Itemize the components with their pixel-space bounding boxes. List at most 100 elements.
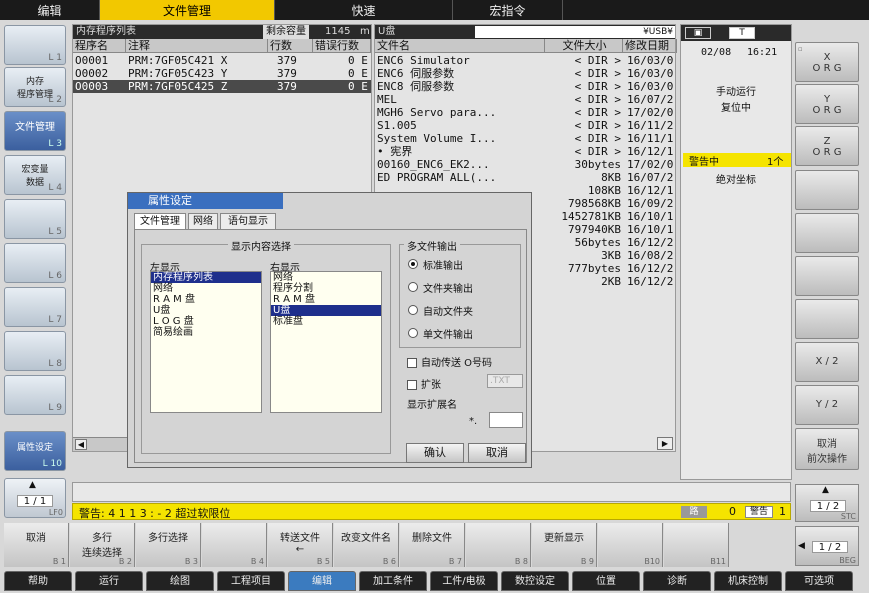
- left-key-5[interactable]: L 5: [4, 199, 66, 239]
- table-row[interactable]: MGH6 Servo para... < DIR > 17/02/0: [375, 106, 675, 119]
- extension-field[interactable]: .TXT: [487, 374, 523, 388]
- ok-button[interactable]: 确认: [406, 443, 464, 463]
- soft-key-11[interactable]: B11: [664, 523, 729, 567]
- soft-key-6[interactable]: 改变文件名 B 6: [334, 523, 399, 567]
- menu-macro[interactable]: 宏指令: [453, 0, 563, 20]
- tab-network[interactable]: 网络: [188, 213, 218, 229]
- list-item[interactable]: 网络: [151, 283, 261, 294]
- main-tab[interactable]: 机床控制: [714, 571, 782, 591]
- main-tab[interactable]: 工程项目: [217, 571, 285, 591]
- table-row[interactable]: ENC6 Simulator < DIR > 16/03/0: [375, 54, 675, 67]
- right-key-4[interactable]: [795, 170, 859, 210]
- main-tab[interactable]: 运行: [75, 571, 143, 591]
- tab-statement-display[interactable]: 语句显示: [220, 213, 276, 229]
- main-tab[interactable]: 数控设定: [501, 571, 569, 591]
- table-row[interactable]: • 宪界 < DIR > 16/12/1: [375, 145, 675, 158]
- right-key-7[interactable]: [795, 299, 859, 339]
- left-key-8[interactable]: L 8: [4, 331, 66, 371]
- soft-key-10[interactable]: B10: [598, 523, 663, 567]
- table-row[interactable]: S1.005 < DIR > 16/11/2: [375, 119, 675, 132]
- left-key-9[interactable]: L 9: [4, 375, 66, 415]
- main-tab[interactable]: 位置: [572, 571, 640, 591]
- soft-key-9[interactable]: 更新显示 B 9: [532, 523, 597, 567]
- menu-file-management[interactable]: 文件管理: [100, 0, 275, 20]
- right-key-z-org[interactable]: ZO R G: [795, 126, 859, 166]
- cancel-button[interactable]: 取消: [468, 443, 526, 463]
- soft-key-8[interactable]: B 8: [466, 523, 531, 567]
- right-key-5[interactable]: [795, 213, 859, 253]
- list-item[interactable]: R A M 盘: [271, 294, 381, 305]
- left-key-1[interactable]: L 1: [4, 25, 66, 65]
- col-modified-date[interactable]: 修改日期: [623, 39, 677, 53]
- main-tab[interactable]: 诊断: [643, 571, 711, 591]
- main-tab[interactable]: 可选项: [785, 571, 853, 591]
- left-display-list[interactable]: 内存程序列表 网络 R A M 盘 U盘 L O G 盘简易绘画: [150, 271, 262, 413]
- list-item[interactable]: U盘: [271, 305, 381, 316]
- show-extension-field[interactable]: [489, 412, 523, 428]
- left-page-indicator[interactable]: ▲ 1 / 1 LF0: [4, 478, 66, 518]
- output-radio-option[interactable]: 自动文件夹: [408, 303, 518, 318]
- left-key-file-management[interactable]: 文件管理 L 3: [4, 111, 66, 151]
- list-item[interactable]: R A M 盘: [151, 294, 261, 305]
- table-row[interactable]: ED PROGRAM ALL(... 8KB 16/07/2: [375, 171, 675, 184]
- list-item[interactable]: 标准盘: [271, 316, 381, 327]
- right-page-indicator-2[interactable]: ◀ 1 / 2 BEG: [795, 526, 859, 566]
- right-key-y-org[interactable]: YO R G: [795, 84, 859, 124]
- table-row[interactable]: System Volume I... < DIR > 16/11/1: [375, 132, 675, 145]
- list-item[interactable]: 网络: [271, 272, 381, 283]
- soft-key-4[interactable]: B 4: [202, 523, 267, 567]
- list-item[interactable]: L O G 盘: [151, 316, 261, 327]
- table-row-selected[interactable]: O0003 PRM:7GF05C425 Z 379 0 E: [73, 80, 371, 93]
- list-item[interactable]: U盘: [151, 305, 261, 316]
- output-radio-option[interactable]: 标准输出: [408, 257, 518, 272]
- table-row[interactable]: O0001 PRM:7GF05C421 X 379 0 E: [73, 54, 371, 67]
- right-key-y-half[interactable]: Y / 2: [795, 385, 859, 425]
- left-key-attribute-setting[interactable]: 属性设定 L 10: [4, 431, 66, 471]
- main-tab[interactable]: 编辑: [288, 571, 356, 591]
- soft-key-2[interactable]: 多行 连续选择 B 2: [70, 523, 135, 567]
- table-row[interactable]: 00160_ENC6_EK2... 30bytes 17/02/0: [375, 158, 675, 171]
- tool-icon[interactable]: T: [729, 27, 755, 39]
- table-row[interactable]: ENC8 伺服参数 < DIR > 16/03/0: [375, 80, 675, 93]
- left-key-7[interactable]: L 7: [4, 287, 66, 327]
- menu-quick[interactable]: 快速: [275, 0, 453, 20]
- col-file-name[interactable]: 文件名: [375, 39, 545, 53]
- output-radio-option[interactable]: 文件夹输出: [408, 280, 518, 295]
- right-key-x-org[interactable]: ▫ X O R G: [795, 42, 859, 82]
- tab-file-management[interactable]: 文件管理: [134, 213, 186, 229]
- table-row[interactable]: MEL < DIR > 16/07/2: [375, 93, 675, 106]
- view-icon[interactable]: ▣: [685, 27, 711, 39]
- col-comment[interactable]: 注释: [126, 39, 268, 53]
- list-item[interactable]: 程序分割: [271, 283, 381, 294]
- main-tab[interactable]: 帮助: [4, 571, 72, 591]
- output-radio-option[interactable]: 单文件输出: [408, 326, 518, 341]
- table-row[interactable]: O0002 PRM:7GF05C423 Y 379 0 E: [73, 67, 371, 80]
- col-lines[interactable]: 行数: [268, 39, 313, 53]
- menu-edit[interactable]: 编辑: [0, 0, 100, 20]
- soft-key-3[interactable]: 多行选择 B 3: [136, 523, 201, 567]
- col-file-size[interactable]: 文件大小: [545, 39, 623, 53]
- list-item[interactable]: 内存程序列表: [151, 272, 261, 283]
- soft-key-7[interactable]: 删除文件 B 7: [400, 523, 465, 567]
- table-row[interactable]: ENC6 伺服参数 < DIR > 16/03/0: [375, 67, 675, 80]
- right-display-list[interactable]: 网络 程序分割 R A M 盘 U盘 标准盘: [270, 271, 382, 413]
- right-key-6[interactable]: [795, 256, 859, 296]
- main-tab[interactable]: 工件/电极: [430, 571, 498, 591]
- extension-checkbox[interactable]: 扩张: [407, 376, 441, 391]
- auto-send-checkbox[interactable]: 自动传送 O号码: [407, 354, 492, 369]
- col-program-name[interactable]: 程序名: [73, 39, 126, 53]
- col-error-lines[interactable]: 错误行数: [313, 39, 371, 53]
- right-key-cancel-previous[interactable]: 取消 前次操作: [795, 428, 859, 470]
- soft-key-5[interactable]: 转送文件 ← B 5: [268, 523, 333, 567]
- left-key-6[interactable]: L 6: [4, 243, 66, 283]
- left-key-macro-variable[interactable]: 宏变量 数据 L 4: [4, 155, 66, 195]
- main-tab[interactable]: 加工条件: [359, 571, 427, 591]
- scroll-left-icon[interactable]: ◀: [75, 439, 87, 450]
- main-tab[interactable]: 绘图: [146, 571, 214, 591]
- left-key-memory-program[interactable]: 内存 程序管理 L 2: [4, 67, 66, 107]
- soft-key-1[interactable]: 取消 B 1: [4, 523, 69, 567]
- list-item[interactable]: 简易绘画: [151, 327, 261, 338]
- right-page-indicator[interactable]: ▲ 1 / 2 STC: [795, 484, 859, 522]
- right-key-x-half[interactable]: X / 2: [795, 342, 859, 382]
- scroll-right-icon[interactable]: ▶: [657, 437, 673, 450]
